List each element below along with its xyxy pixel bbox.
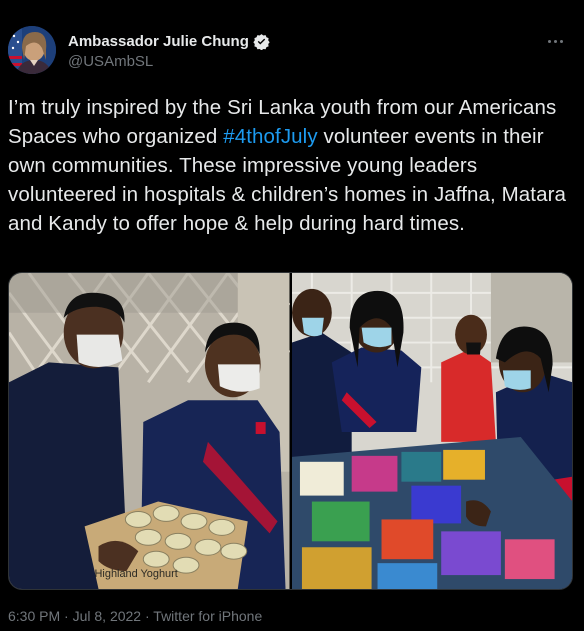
meta-separator: · bbox=[60, 608, 73, 624]
tweet-header: Ambassador Julie Chung @USAmbSL bbox=[0, 0, 584, 84]
box-label-text: Highland Yoghurt bbox=[95, 568, 178, 580]
more-options-button[interactable] bbox=[548, 30, 570, 48]
author-handle[interactable]: @USAmbSL bbox=[68, 53, 270, 70]
author-name[interactable]: Ambassador Julie Chung bbox=[68, 33, 249, 50]
avatar[interactable] bbox=[8, 26, 56, 74]
meta-separator: · bbox=[141, 608, 154, 624]
author-name-row: Ambassador Julie Chung bbox=[68, 33, 270, 50]
volunteers-with-paintings-photo[interactable] bbox=[291, 273, 572, 589]
hashtag-link[interactable]: #4thofJuly bbox=[223, 125, 317, 148]
tweet-time[interactable]: 6:30 PM bbox=[8, 608, 60, 624]
volunteers-with-yogurt-photo[interactable]: Highland Yoghurt bbox=[9, 273, 290, 589]
tweet-text: I’m truly inspired by the Sri Lanka yout… bbox=[8, 93, 578, 238]
verified-badge-icon bbox=[253, 34, 270, 50]
tweet-meta: 6:30 PM · Jul 8, 2022 · Twitter for iPho… bbox=[8, 608, 262, 624]
author-block: Ambassador Julie Chung @USAmbSL bbox=[68, 33, 270, 70]
more-horizontal-icon bbox=[560, 40, 563, 43]
tweet-source-link[interactable]: Twitter for iPhone bbox=[153, 608, 262, 624]
more-horizontal-icon bbox=[548, 40, 551, 43]
tweet-media[interactable]: Highland Yoghurt bbox=[8, 272, 573, 590]
more-horizontal-icon bbox=[554, 40, 557, 43]
tweet-date[interactable]: Jul 8, 2022 bbox=[73, 608, 142, 624]
